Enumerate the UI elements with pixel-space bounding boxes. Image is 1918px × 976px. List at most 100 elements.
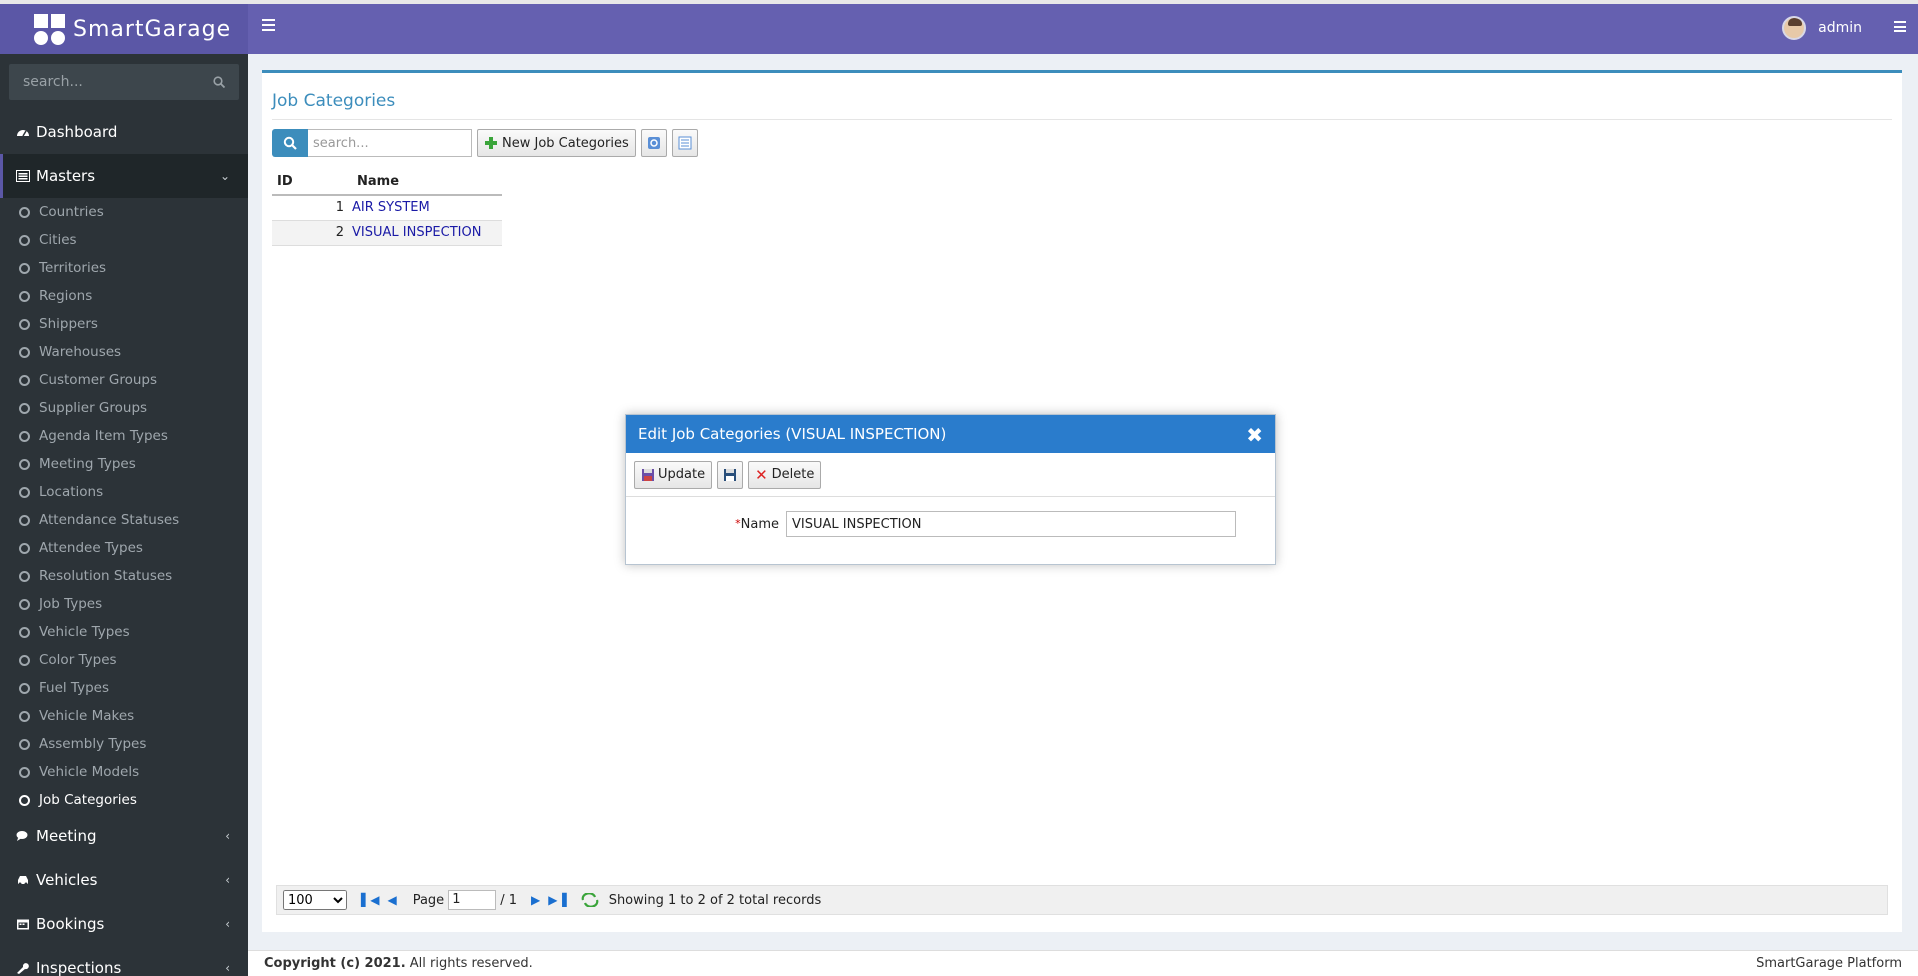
sidebar-item-vehicles[interactable]: Vehicles ‹ xyxy=(0,858,248,902)
sidebar-item-inspections[interactable]: Inspections ‹ xyxy=(0,946,248,976)
circle-icon xyxy=(19,206,30,218)
comments-icon xyxy=(16,831,28,841)
new-job-categories-button[interactable]: New Job Categories xyxy=(477,129,636,157)
top-navbar: admin xyxy=(248,4,1918,54)
refresh-button[interactable] xyxy=(640,129,667,157)
sidebar-item-label: Meeting xyxy=(36,827,97,845)
sidebar-subitem[interactable]: Vehicle Makes xyxy=(0,702,248,730)
circle-icon xyxy=(19,542,30,554)
sidebar-subitem[interactable]: Shippers xyxy=(0,310,248,338)
circle-icon xyxy=(19,458,30,470)
subitem-label: Fuel Types xyxy=(39,680,109,696)
sidebar-subitem[interactable]: Warehouses xyxy=(0,338,248,366)
circle-icon xyxy=(19,710,30,722)
delete-label: Delete xyxy=(771,467,815,482)
sidebar-subitem[interactable]: Fuel Types xyxy=(0,674,248,702)
circle-icon xyxy=(19,290,30,302)
name-label-text: Name xyxy=(740,516,779,532)
sidebar-subitem[interactable]: Cities xyxy=(0,226,248,254)
last-page-icon[interactable]: ▶▐ xyxy=(548,893,566,907)
column-header-name[interactable]: Name xyxy=(352,169,502,196)
sidebar-subitem[interactable]: Regions xyxy=(0,282,248,310)
grid-search-input[interactable]: search... xyxy=(308,129,472,157)
page-total: / 1 xyxy=(500,892,517,908)
circle-icon xyxy=(19,598,30,610)
reload-icon[interactable] xyxy=(581,893,599,907)
chevron-left-icon: ‹ xyxy=(225,829,230,843)
job-categories-table: ID Name 1 AIR SYSTEM 2 VISUAL INSPECTION xyxy=(272,169,502,246)
app-name: SmartGarage xyxy=(73,16,232,42)
sidebar-subitem-current[interactable]: Job Categories xyxy=(0,786,248,814)
sidebar-subitem[interactable]: Attendee Types xyxy=(0,534,248,562)
column-picker-button[interactable] xyxy=(671,129,698,157)
circle-icon xyxy=(19,570,30,582)
page-label: Page xyxy=(412,892,445,908)
user-menu[interactable]: admin xyxy=(1782,16,1862,40)
app-logo[interactable]: SmartGarage xyxy=(0,4,248,54)
subitem-label: Vehicle Makes xyxy=(39,708,135,724)
cell-name-link[interactable]: AIR SYSTEM xyxy=(352,195,502,221)
sidebar-subitem[interactable]: Color Types xyxy=(0,646,248,674)
sidebar-subitem[interactable]: Job Types xyxy=(0,590,248,618)
footer: Copyright (c) 2021. All rights reserved.… xyxy=(248,950,1918,976)
sidebar-subitem[interactable]: Vehicle Types xyxy=(0,618,248,646)
sidebar-item-meeting[interactable]: Meeting ‹ xyxy=(0,814,248,858)
circle-icon xyxy=(19,486,30,498)
logo-mark-icon xyxy=(34,13,65,45)
sidebar-subitem[interactable]: Agenda Item Types xyxy=(0,422,248,450)
page-size-select[interactable]: 100 xyxy=(283,890,347,910)
first-page-icon[interactable]: ▌◀ xyxy=(361,893,379,907)
save-button[interactable] xyxy=(717,460,744,489)
circle-icon xyxy=(19,626,30,638)
sidebar-subitem[interactable]: Customer Groups xyxy=(0,366,248,394)
subitem-label: Locations xyxy=(39,484,104,500)
sidebar-subitem[interactable]: Attendance Statuses xyxy=(0,506,248,534)
footer-left: Copyright (c) 2021. All rights reserved. xyxy=(264,956,533,971)
sidebar-subitem[interactable]: Countries xyxy=(0,198,248,226)
circle-icon xyxy=(19,682,30,694)
sidebar-subitem[interactable]: Locations xyxy=(0,478,248,506)
table-row[interactable]: 2 VISUAL INSPECTION xyxy=(272,220,502,246)
next-page-icon[interactable]: ▶ xyxy=(531,893,540,907)
dialog-form: *Name VISUAL INSPECTION xyxy=(626,497,1275,537)
calendar-icon xyxy=(17,919,29,930)
sliders-icon[interactable] xyxy=(1894,21,1906,32)
cell-id: 2 xyxy=(272,220,352,246)
page-number-input[interactable]: 1 xyxy=(448,890,497,910)
pager-bar: 100 ▌◀ ◀ Page 1 / 1 ▶ ▶▐ Showing 1 to 2 … xyxy=(276,885,1888,915)
close-icon[interactable]: ✖ xyxy=(1246,423,1263,447)
delete-button[interactable]: ✕ Delete xyxy=(748,460,822,489)
sidebar-item-label: Inspections xyxy=(36,959,122,976)
sidebar-item-label: Masters xyxy=(36,167,96,185)
sidebar-subitem[interactable]: Assembly Types xyxy=(0,730,248,758)
sidebar-item-masters[interactable]: Masters ⌄ xyxy=(0,154,248,198)
table-row[interactable]: 1 AIR SYSTEM xyxy=(272,195,502,221)
prev-page-icon[interactable]: ◀ xyxy=(387,893,396,907)
circle-icon xyxy=(19,654,30,666)
sidebar-subitem[interactable]: Territories xyxy=(0,254,248,282)
grid-search-placeholder: search... xyxy=(313,135,369,151)
sidebar-subitem[interactable]: Resolution Statuses xyxy=(0,562,248,590)
menu-toggle-icon[interactable] xyxy=(262,19,275,31)
update-label: Update xyxy=(658,467,706,482)
update-button[interactable]: Update xyxy=(634,460,713,489)
circle-icon xyxy=(19,346,30,358)
search-icon[interactable] xyxy=(213,76,225,88)
sidebar-item-bookings[interactable]: Bookings ‹ xyxy=(0,902,248,946)
sidebar-subitem[interactable]: Vehicle Models xyxy=(0,758,248,786)
sidebar-item-dashboard[interactable]: Dashboard xyxy=(0,110,248,154)
cell-name-link[interactable]: VISUAL INSPECTION xyxy=(352,220,502,246)
cell-id: 1 xyxy=(272,195,352,221)
sidebar-item-label: Vehicles xyxy=(36,871,98,889)
subitem-label: Meeting Types xyxy=(39,456,136,472)
new-button-label: New Job Categories xyxy=(502,135,629,151)
subitem-label: Countries xyxy=(39,204,104,220)
search-button[interactable] xyxy=(272,129,308,157)
column-header-id[interactable]: ID xyxy=(272,169,352,196)
sidebar-subitem[interactable]: Supplier Groups xyxy=(0,394,248,422)
sidebar-subitem[interactable]: Meeting Types xyxy=(0,450,248,478)
rights: All rights reserved. xyxy=(405,956,533,971)
subitem-label: Cities xyxy=(39,232,77,248)
sidebar-search-input[interactable]: search... xyxy=(9,64,239,100)
name-input[interactable]: VISUAL INSPECTION xyxy=(786,511,1236,537)
